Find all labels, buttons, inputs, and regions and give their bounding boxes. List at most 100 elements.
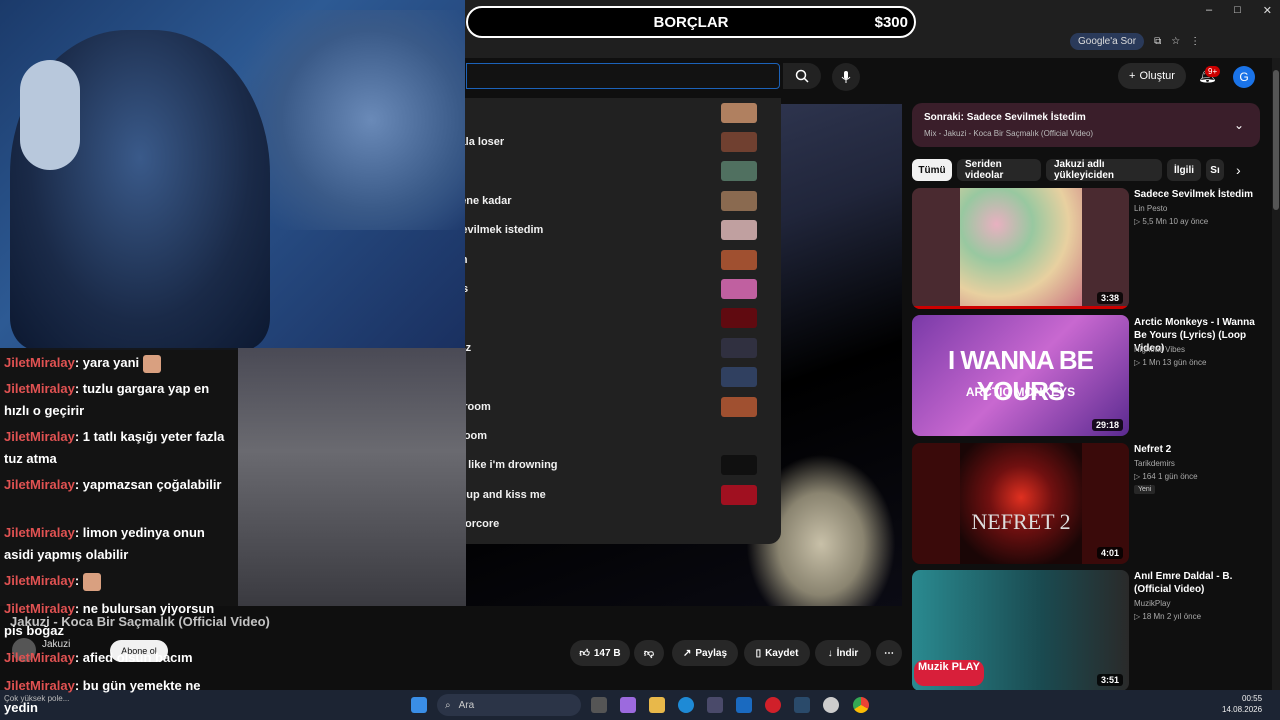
recommendation-channel[interactable]: Lin Pesto (1134, 204, 1167, 213)
suggestion-thumbnail (721, 455, 757, 476)
recommendation-meta: ▷ 5,5 Mn 10 ay önce (1134, 217, 1209, 226)
chat-username: JiletMiralay (4, 650, 75, 665)
maximize-button[interactable]: □ (1234, 4, 1241, 17)
share-icon: ↗ (682, 647, 692, 659)
chips-next-icon[interactable]: › (1236, 162, 1241, 178)
suggestion-thumbnail (721, 161, 757, 182)
chat-username: JiletMiralay (4, 525, 75, 540)
chat-emote (143, 354, 162, 373)
outlook-icon[interactable] (736, 697, 752, 713)
thumbs-up-icon: 👍︎ (579, 648, 590, 659)
debt-amount: $300 (874, 14, 908, 31)
suggestion-thumbnail (721, 278, 757, 299)
chat-message: JiletMiralay: yapmazsan çoğalabilir (4, 474, 236, 496)
chip-all[interactable]: Tümü (912, 159, 952, 181)
recommendation-thumbnail[interactable]: I WANNA BE YOURS ARCTIC MONKEYS 29:18 (912, 315, 1129, 436)
next-up-panel[interactable] (912, 103, 1260, 147)
recommendation-channel[interactable]: Nightfall Vibes (1134, 345, 1185, 354)
search-icon (795, 69, 809, 83)
copilot-icon[interactable] (620, 697, 636, 713)
download-icon: ↓ (827, 647, 833, 659)
save-label: Kaydet (765, 647, 799, 659)
duration-badge: 3:38 (1096, 292, 1123, 304)
recommendation-channel[interactable]: MuzikPlay (1134, 599, 1170, 608)
notification-badge: 9+ (1205, 66, 1221, 77)
edge-icon[interactable] (678, 697, 694, 713)
muzikplay-logo: Muzik PLAY (914, 660, 984, 686)
recommendation-title[interactable]: Anıl Emre Daldal - B. (Official Video) (1134, 570, 1264, 596)
video-background-visible (238, 348, 466, 606)
search-button[interactable] (783, 63, 821, 89)
chat-message: JiletMiralay: afied olsun bacım (4, 647, 236, 669)
scrollbar-thumb[interactable] (1273, 70, 1279, 210)
chat-message: JiletMiralay: bu gün yemekte ne yedin (4, 675, 236, 719)
recommendation-thumbnail[interactable]: Muzik PLAY 3:51 (912, 570, 1129, 691)
recommendation-title[interactable]: Sadece Sevilmek İstedim (1134, 188, 1264, 201)
share-button[interactable]: ↗ Paylaş (672, 640, 738, 666)
save-button[interactable]: ▯ Kaydet (744, 640, 810, 666)
system-clock[interactable]: 00:55 14.08.2026 (1222, 693, 1262, 715)
clock-time: 00:55 (1242, 694, 1263, 703)
suggestion-thumbnail (721, 337, 757, 358)
chip-more[interactable]: Sı (1206, 159, 1224, 181)
taskbar-search[interactable]: ⌕ Ara (437, 694, 581, 716)
taskbar-search-label: Ara (458, 699, 475, 711)
chat-text: : afied olsun bacım (74, 650, 193, 665)
voice-search-button[interactable] (832, 63, 860, 91)
account-avatar[interactable]: G (1233, 66, 1255, 88)
opera-icon[interactable] (765, 697, 781, 713)
download-button[interactable]: ↓ İndir (815, 640, 871, 666)
suggestion-thumbnail (721, 190, 757, 211)
new-badge: Yeni (1134, 485, 1156, 494)
close-button[interactable]: ✕ (1263, 4, 1272, 17)
chip-related[interactable]: İlgili (1167, 159, 1201, 181)
chat-message: JiletMiralay: yara yani (4, 352, 236, 374)
menu-icon[interactable]: ⋮ (1190, 36, 1200, 47)
eye-artwork (960, 443, 1082, 564)
recommendation-title[interactable]: Nefret 2 (1134, 443, 1264, 456)
suggestion-thumbnail (721, 131, 757, 152)
recommendation-thumbnail[interactable]: NEFRET 2 4:01 (912, 443, 1129, 564)
search-icon: ⌕ (445, 699, 451, 711)
settings-gear-icon[interactable] (823, 697, 839, 713)
window-controls: – □ ✕ (1206, 4, 1272, 17)
suggestion-thumbnail (721, 396, 757, 417)
task-view-icon[interactable] (591, 697, 607, 713)
chip-uploader[interactable]: Jakuzi adlı yükleyiciden (1046, 159, 1162, 181)
next-up-title: Sonraki: Sadece Sevilmek İstedim (924, 112, 1086, 123)
create-button[interactable]: + Oluştur (1118, 63, 1186, 89)
debt-label: BORÇLAR (653, 13, 729, 31)
recommendation-meta: ▷ 1 Mn 13 gün önce (1134, 358, 1207, 367)
recommendation-channel[interactable]: Tarikdemirs (1134, 459, 1175, 468)
recommendation-meta: ▷ 18 Mn 2 yıl önce (1134, 612, 1202, 621)
like-button[interactable]: 👍︎ 147 B (570, 640, 630, 666)
duration-badge: 29:18 (1091, 419, 1123, 431)
more-actions-button[interactable]: ⋯ (876, 640, 902, 666)
steam-icon[interactable] (794, 697, 810, 713)
search-input[interactable] (466, 63, 780, 89)
duration-badge: 4:01 (1096, 547, 1123, 559)
more-icon: ⋯ (884, 647, 894, 659)
minimize-button[interactable]: – (1206, 4, 1212, 17)
store-icon[interactable] (707, 697, 723, 713)
chevron-down-icon[interactable]: ⌄ (1234, 118, 1244, 132)
chrome-icon[interactable] (853, 697, 869, 713)
flowers-artwork (960, 188, 1082, 309)
windows-start-icon[interactable] (411, 697, 427, 713)
google-lens-button[interactable]: Google'a Sor (1070, 33, 1145, 50)
thumbnail-text: NEFRET 2 (971, 509, 1071, 534)
suggestion-thumbnail (721, 102, 757, 123)
plus-icon: + (1129, 70, 1136, 82)
screenshot-icon[interactable]: ⧉ (1154, 36, 1161, 47)
chat-username: JiletMiralay (4, 601, 75, 616)
chip-series[interactable]: Seriden videolar (957, 159, 1041, 181)
recommendation-thumbnail[interactable]: 3:38 (912, 188, 1129, 309)
headset-shape (20, 60, 80, 170)
chat-message: JiletMiralay: 1 tatlı kaşığı yeter fazla… (4, 426, 236, 470)
duration-badge: 3:51 (1096, 674, 1123, 686)
chat-text: : yapmazsan çoğalabilir (74, 477, 222, 492)
dislike-button[interactable]: 👎︎ (634, 640, 664, 666)
file-explorer-icon[interactable] (649, 697, 665, 713)
recommendation-meta: ▷ 164 1 gün önce (1134, 472, 1198, 481)
bookmark-star-icon[interactable]: ☆ (1171, 36, 1180, 47)
